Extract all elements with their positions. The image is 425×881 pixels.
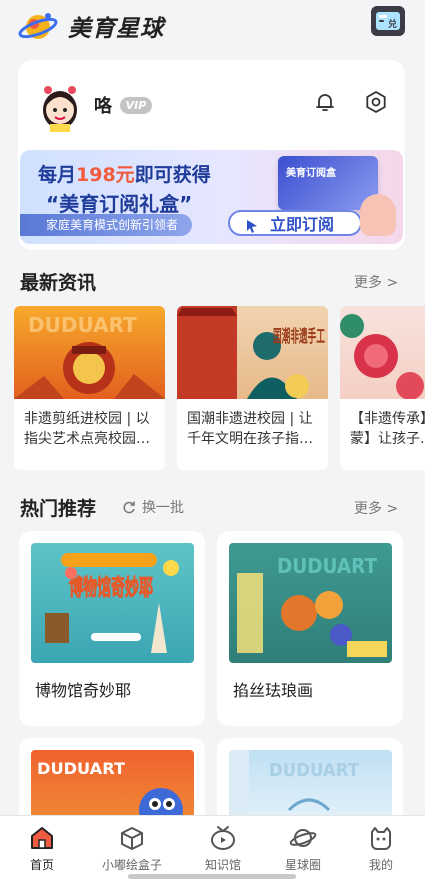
recommend-thumbnail: DUDUART — [229, 543, 392, 663]
tab-planet[interactable]: 星球圈 — [263, 824, 343, 873]
gift-box-label: 美育订阅盒 — [286, 168, 336, 179]
news-section-title: 最新资讯 — [20, 272, 97, 294]
planet-logo-icon — [18, 6, 58, 46]
recommend-thumbnail: 博物馆奇妙耶 — [31, 543, 194, 663]
redeem-label: 兑 — [388, 18, 397, 30]
news-card[interactable]: DUDUART 非遗剪纸进校园 | 以指尖艺术点亮校园… — [14, 306, 165, 470]
recommend-thumbnail-text: 博物馆奇妙耶 — [69, 575, 153, 601]
home-indicator — [128, 874, 296, 879]
news-thumbnail: 国潮非遗手工 — [177, 306, 328, 399]
tab-label: 首页 — [29, 858, 54, 872]
hand-illustration — [360, 194, 396, 236]
top-bar: 美育星球 兑 — [0, 0, 425, 52]
tab-knowledge[interactable]: 知识馆 — [183, 824, 263, 873]
tab-box[interactable]: 小嘟绘盒子 — [92, 824, 172, 873]
bottom-tab-bar: 首页 小嘟绘盒子 知识馆 星球圈 我的 — [0, 815, 425, 881]
redeem-button[interactable]: 兑 — [371, 6, 405, 36]
news-title: 【非遗传承】让孩子蒙】让孩子… — [350, 411, 425, 447]
recommend-title: 掐丝珐琅画 — [233, 681, 314, 700]
avatar[interactable] — [38, 80, 82, 132]
tv-icon — [209, 824, 237, 852]
vip-badge: VIP — [120, 97, 152, 114]
app-name: 美育星球 — [68, 16, 164, 42]
refresh-button[interactable]: 换一批 — [122, 497, 184, 517]
recommend-thumbnail-text: DUDUART — [269, 760, 360, 781]
news-thumbnail-text: 国潮非遗手工 — [273, 326, 325, 347]
subscription-banner[interactable]: 每月198元即可获得 “美育订阅礼盒” 家庭美育模式创新引领者 美育订阅盒 立即… — [20, 150, 403, 244]
banner-product-name: “美育订阅礼盒” — [46, 192, 193, 216]
subscribe-label: 立即订阅 — [270, 215, 335, 234]
recommend-more-link[interactable]: 更多 > — [354, 498, 398, 518]
planet-icon — [289, 824, 317, 852]
news-card[interactable]: 【非遗传承】让孩子蒙】让孩子… — [340, 306, 425, 470]
tab-mine[interactable]: 我的 — [341, 824, 421, 873]
recommend-card[interactable]: DUDUART 掐丝珐琅画 — [217, 531, 403, 726]
refresh-icon — [123, 501, 135, 514]
news-thumbnail — [340, 306, 425, 399]
news-carousel[interactable]: DUDUART 非遗剪纸进校园 | 以指尖艺术点亮校园… 国潮非遗手工 国潮非遗… — [14, 306, 425, 471]
recommend-thumbnail-text: DUDUART — [37, 759, 125, 778]
news-title: 非遗剪纸进校园 | 以指尖艺术点亮校园… — [24, 411, 150, 447]
news-title: 国潮非遗进校园 | 让千年文明在孩子指… — [187, 411, 313, 447]
news-card[interactable]: 国潮非遗手工 国潮非遗进校园 | 让千年文明在孩子指… — [177, 306, 328, 470]
news-thumbnail: DUDUART — [14, 306, 165, 399]
tab-label: 我的 — [368, 858, 393, 872]
profile-icon — [367, 824, 395, 852]
tab-label: 星球圈 — [284, 858, 321, 872]
tab-label: 知识馆 — [204, 858, 241, 872]
recommend-title: 博物馆奇妙耶 — [35, 681, 132, 700]
news-thumbnail-text: DUDUART — [28, 313, 137, 337]
banner-headline: 每月198元即可获得 — [38, 164, 211, 186]
bell-icon[interactable] — [313, 90, 337, 114]
profile-card: 咯 VIP 每月198元即可获得 “美育订阅礼盒” 家庭美育模式创新引领者 美育… — [18, 60, 405, 250]
tab-home[interactable]: 首页 — [2, 824, 82, 873]
subscribe-button[interactable]: 立即订阅 — [228, 210, 362, 236]
pointer-icon — [244, 216, 260, 233]
refresh-label: 换一批 — [142, 500, 184, 516]
recommend-card[interactable]: 博物馆奇妙耶 博物馆奇妙耶 — [19, 531, 205, 726]
home-icon — [28, 824, 56, 852]
banner-subtitle: 家庭美育模式创新引领者 — [20, 214, 193, 236]
tab-label: 小嘟绘盒子 — [101, 858, 162, 872]
settings-icon[interactable] — [364, 90, 388, 114]
box-icon — [118, 824, 146, 852]
recommend-section-title: 热门推荐 — [20, 498, 97, 520]
recommend-thumbnail-text: DUDUART — [277, 554, 377, 578]
news-more-link[interactable]: 更多 > — [354, 272, 398, 292]
username: 咯 — [94, 96, 112, 117]
